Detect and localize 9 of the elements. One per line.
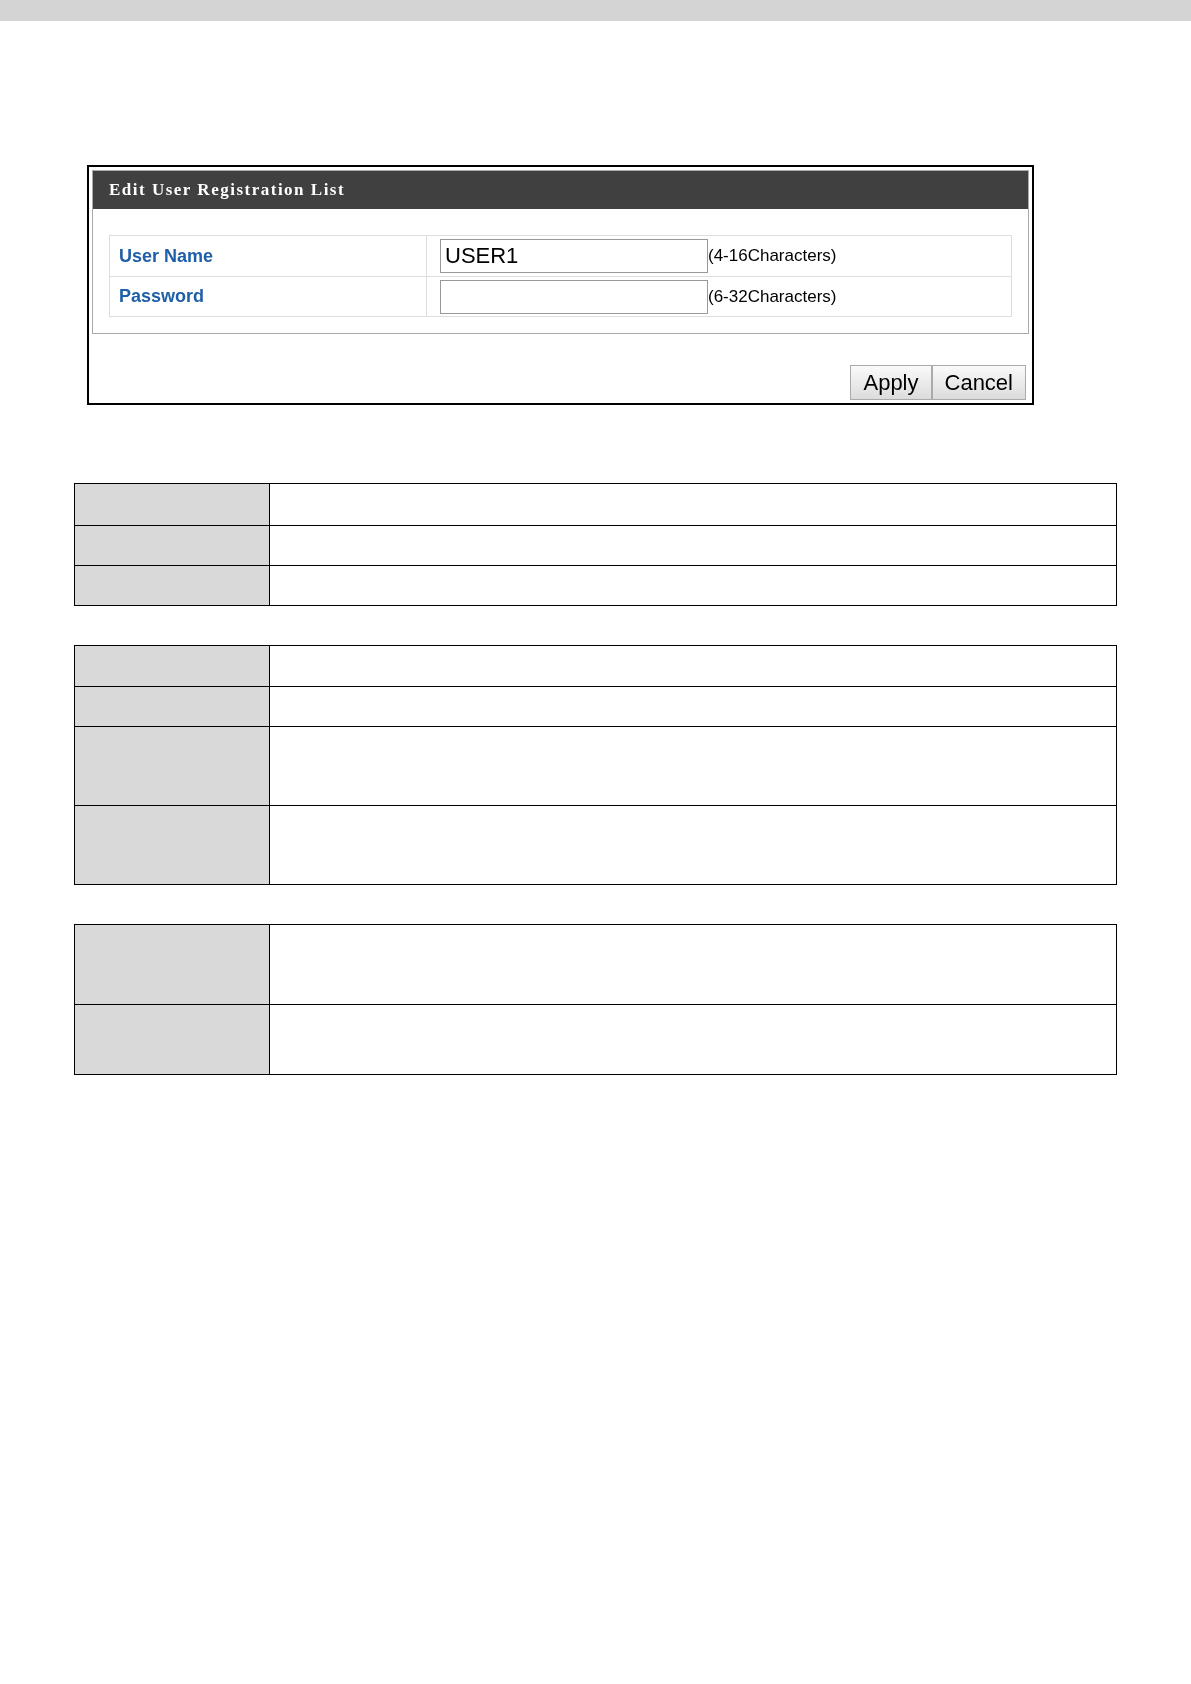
hint-text: (6-32Characters) <box>708 285 837 308</box>
input-field[interactable]: USER1 <box>440 239 708 273</box>
input-field[interactable] <box>440 279 708 314</box>
dialog-title: Edit User Registration List <box>93 171 1028 209</box>
apply-button[interactable]: Apply <box>850 365 932 400</box>
field-label: Password <box>119 285 205 308</box>
field-label: User Name <box>119 244 214 268</box>
hint-text: (4-16Characters) <box>708 245 837 268</box>
cancel-button[interactable]: Cancel <box>931 365 1026 400</box>
